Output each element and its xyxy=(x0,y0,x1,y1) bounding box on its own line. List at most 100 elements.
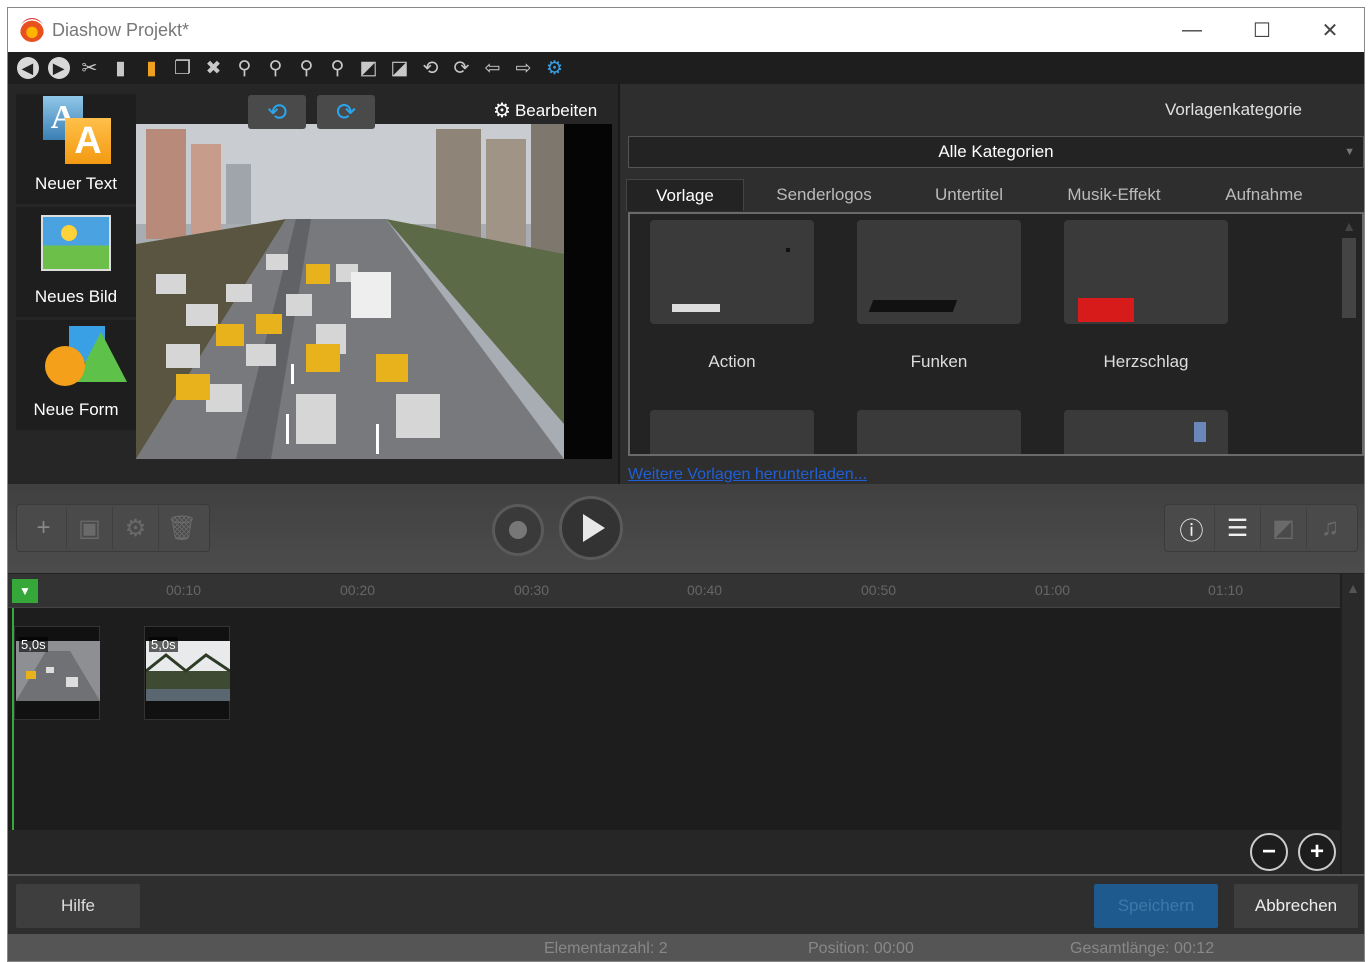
maximize-button[interactable]: ☐ xyxy=(1228,8,1296,52)
timeline-scrollbar[interactable]: ▲ xyxy=(1342,574,1364,874)
template-panel: Vorlagenkategorie Alle Kategorien ▼ Vorl… xyxy=(618,84,1364,484)
tick-label: 01:10 xyxy=(1208,582,1244,598)
info-icon[interactable]: ⓘ xyxy=(1169,507,1215,549)
paste-icon[interactable]: ▮ xyxy=(105,54,136,82)
position-readout: Position: 00:00 xyxy=(808,940,914,957)
template-card[interactable] xyxy=(1064,410,1228,454)
zoom-out-icon[interactable]: ⚲ xyxy=(260,54,291,82)
tick-label: 00:40 xyxy=(687,582,723,598)
insert-sidebar: A A Neuer Text Neues Bild Neue Form xyxy=(16,94,136,433)
tick-label: 01:00 xyxy=(1035,582,1071,598)
timeline-track: 5,0s 5,0s xyxy=(8,608,1340,830)
tick-label: 00:10 xyxy=(166,582,202,598)
tab-untertitel[interactable]: Untertitel xyxy=(904,179,1034,211)
mirror-icon[interactable]: ◪ xyxy=(384,54,415,82)
settings-icon[interactable]: ⚙ xyxy=(539,54,570,82)
zoom-fit-icon[interactable]: ⚲ xyxy=(291,54,322,82)
minimize-button[interactable]: — xyxy=(1158,8,1226,52)
template-card-funken[interactable] xyxy=(857,220,1021,324)
time-ruler: ▼ 00:10 00:20 00:30 00:40 00:50 01:00 01… xyxy=(8,574,1340,608)
record-button[interactable] xyxy=(492,504,544,556)
cut-icon[interactable]: ✂ xyxy=(74,54,105,82)
clip-duration: 5,0s xyxy=(149,637,178,652)
element-count: Elementanzahl: 2 xyxy=(544,940,668,957)
timeline-clip[interactable]: 5,0s xyxy=(14,626,100,720)
copy-icon[interactable]: ❐ xyxy=(167,54,198,82)
move-right-icon[interactable]: ⇨ xyxy=(508,54,539,82)
template-label: Herzschlag xyxy=(1103,352,1189,371)
info-group: ⓘ ☰ ◩ ♫ xyxy=(1164,504,1358,552)
cancel-button[interactable]: Abbrechen xyxy=(1234,884,1358,928)
new-image-button[interactable]: Neues Bild xyxy=(16,207,136,317)
minus-icon: − xyxy=(1261,838,1276,865)
new-image-label: Neues Bild xyxy=(34,287,118,306)
gear-icon[interactable]: ⚙ xyxy=(113,507,159,549)
tab-aufnahme[interactable]: Aufnahme xyxy=(1194,179,1334,211)
preview-image xyxy=(136,124,564,459)
trash-icon[interactable]: 🗑 xyxy=(159,507,205,549)
preview-letterbox xyxy=(564,124,612,459)
add-icon[interactable]: + xyxy=(21,507,67,549)
rotate-right-button[interactable]: ⟳ xyxy=(317,95,375,129)
template-card[interactable] xyxy=(650,410,814,454)
play-button[interactable] xyxy=(559,496,623,560)
rotate-left-button[interactable]: ⟲ xyxy=(248,95,306,129)
save-button[interactable]: Speichern xyxy=(1094,884,1218,928)
back-icon[interactable]: ◀ xyxy=(12,54,43,82)
move-left-icon[interactable]: ⇦ xyxy=(477,54,508,82)
zoom-reset-icon[interactable]: ⚲ xyxy=(322,54,353,82)
footer: Hilfe Speichern Abbrechen xyxy=(8,874,1364,934)
tab-senderlogos[interactable]: Senderlogos xyxy=(744,179,904,211)
edit-button[interactable]: ⚙ Bearbeiten xyxy=(493,98,597,123)
zoom-out-button[interactable]: − xyxy=(1250,833,1288,871)
app-window: Diashow Projekt* — ☐ ✕ ◀ ▶ ✂ ▮ ▮ ❐ ✖ ⚲ ⚲… xyxy=(7,7,1365,962)
edit-label: Bearbeiten xyxy=(514,100,598,120)
forward-icon[interactable]: ▶ xyxy=(43,54,74,82)
image-icon xyxy=(39,209,113,283)
add-image-icon[interactable]: ▣ xyxy=(67,507,113,549)
app-logo-icon xyxy=(20,18,44,42)
edit-group: + ▣ ⚙ 🗑 xyxy=(16,504,210,552)
play-icon xyxy=(583,514,605,542)
text-icon: A A xyxy=(39,96,113,170)
tab-vorlage[interactable]: Vorlage xyxy=(626,179,744,211)
gallery-scrollbar[interactable]: ▲ xyxy=(1340,218,1358,452)
zoom-in-button[interactable]: + xyxy=(1298,833,1336,871)
scroll-up-icon: ▲ xyxy=(1346,580,1360,596)
download-templates-link[interactable]: Weitere Vorlagen herunterladen... xyxy=(628,466,867,484)
scroll-up-icon: ▲ xyxy=(1342,218,1356,234)
control-bar: + ▣ ⚙ 🗑 ⓘ ☰ ◩ ♫ xyxy=(8,484,1364,574)
new-text-label: Neuer Text xyxy=(35,174,117,193)
new-shape-button[interactable]: Neue Form xyxy=(16,320,136,430)
flip-icon[interactable]: ◩ xyxy=(353,54,384,82)
window-title: Diashow Projekt* xyxy=(52,19,190,40)
new-shape-label: Neue Form xyxy=(33,400,119,419)
playhead-marker[interactable]: ▼ xyxy=(12,579,38,603)
toolbar: ◀ ▶ ✂ ▮ ▮ ❐ ✖ ⚲ ⚲ ⚲ ⚲ ◩ ◪ ⟲ ⟳ ⇦ ⇨ ⚙ xyxy=(8,52,1364,84)
category-label: Vorlagenkategorie xyxy=(1164,100,1302,119)
category-select[interactable]: Alle Kategorien ▼ xyxy=(628,136,1364,168)
help-button[interactable]: Hilfe xyxy=(16,884,140,928)
delete-icon[interactable]: ✖ xyxy=(198,54,229,82)
scroll-thumb[interactable] xyxy=(1342,238,1356,318)
zoom-in-icon[interactable]: ⚲ xyxy=(229,54,260,82)
template-card-herzschlag[interactable] xyxy=(1064,220,1228,324)
zoom-row xyxy=(8,830,1340,874)
menu-icon[interactable]: ☰ xyxy=(1215,507,1261,549)
rotate-right-icon: ⟳ xyxy=(335,98,357,126)
music-icon[interactable]: ♫ xyxy=(1307,507,1353,549)
chevron-down-icon: ▼ xyxy=(1344,146,1355,158)
close-button[interactable]: ✕ xyxy=(1296,8,1364,52)
rotate-right-icon[interactable]: ⟳ xyxy=(446,54,477,82)
transition-icon[interactable]: ◩ xyxy=(1261,507,1307,549)
clip-duration: 5,0s xyxy=(19,637,48,652)
rotate-left-icon[interactable]: ⟲ xyxy=(415,54,446,82)
template-card-action[interactable] xyxy=(650,220,814,324)
tab-musik-effekt[interactable]: Musik-Effekt xyxy=(1034,179,1194,211)
template-card[interactable] xyxy=(857,410,1021,454)
new-text-button[interactable]: A A Neuer Text xyxy=(16,94,136,204)
tick-label: 00:30 xyxy=(514,582,550,598)
paste-special-icon[interactable]: ▮ xyxy=(136,54,167,82)
timeline-clip[interactable]: 5,0s xyxy=(144,626,230,720)
record-icon xyxy=(509,521,527,539)
